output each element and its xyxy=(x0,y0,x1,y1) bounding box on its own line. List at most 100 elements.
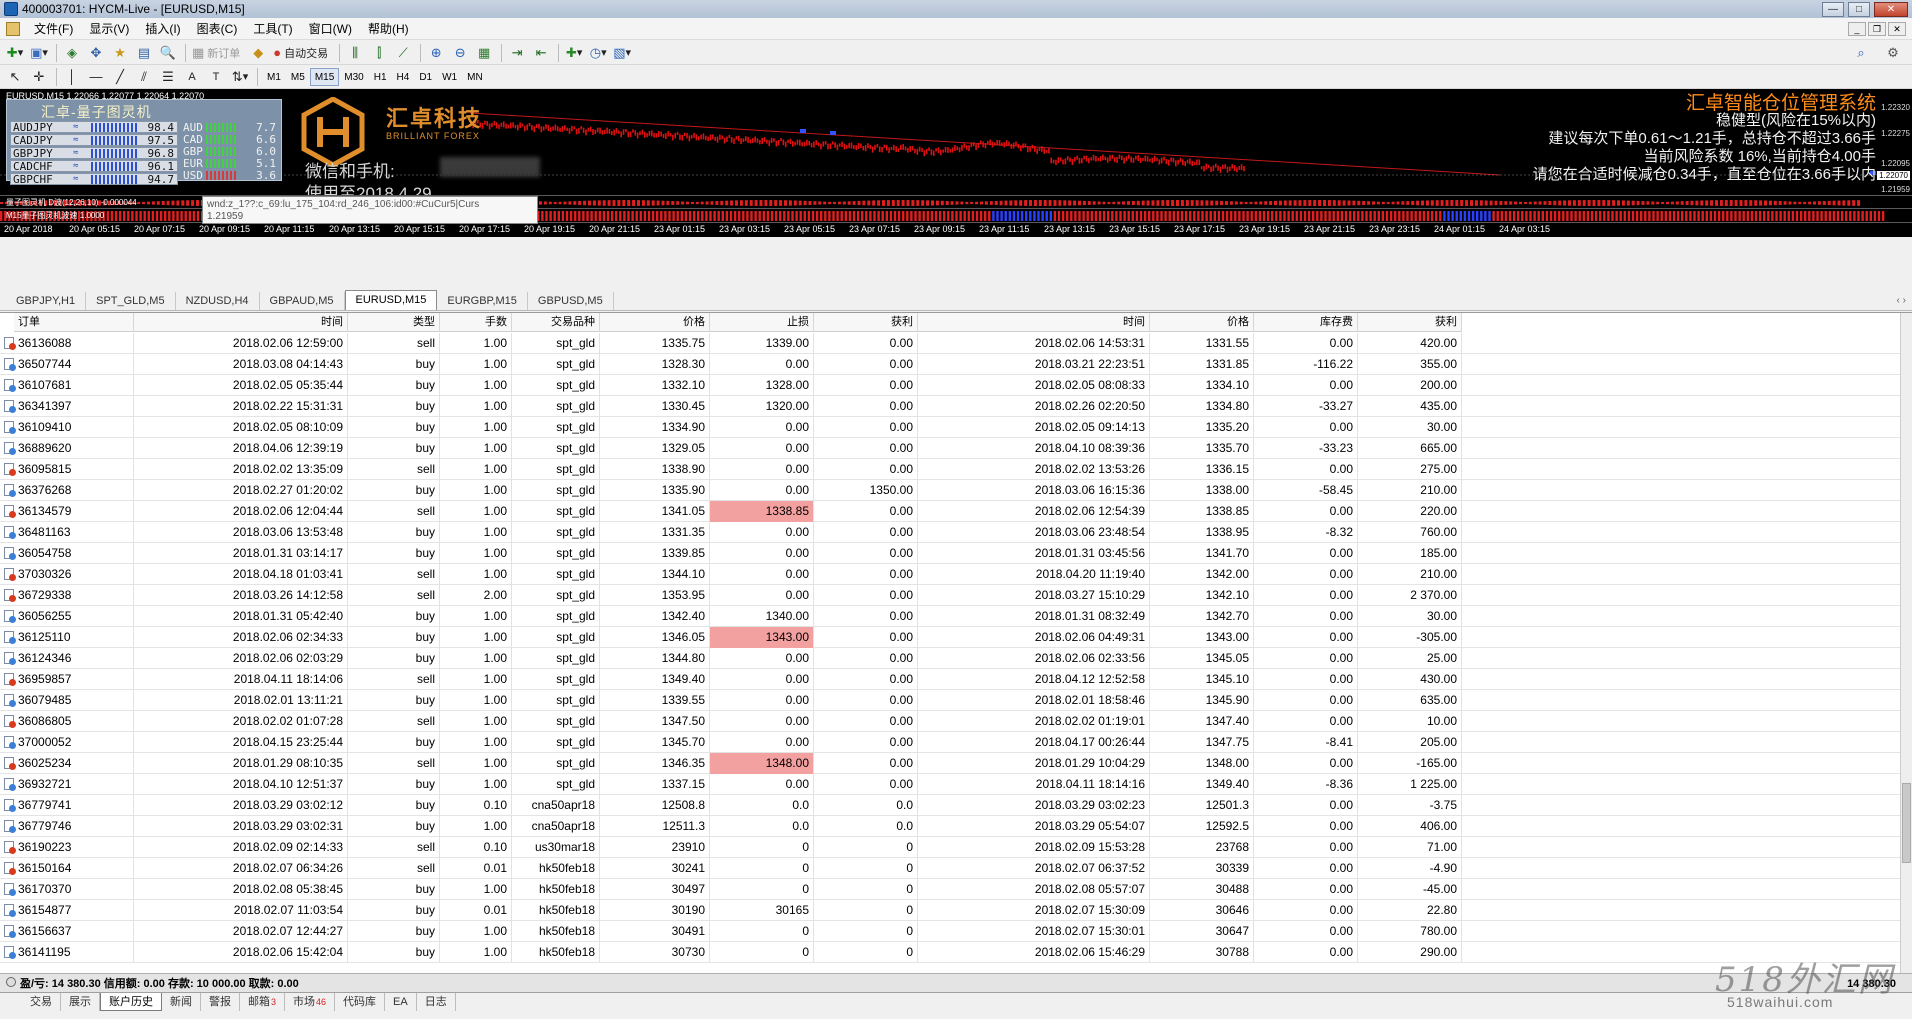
vertical-scrollbar[interactable] xyxy=(1900,313,1912,973)
market-watch-button[interactable]: ◈ xyxy=(61,43,83,63)
column-header[interactable]: 价格 xyxy=(1150,313,1254,332)
column-header[interactable]: 库存费 xyxy=(1254,313,1358,332)
timeframe-mn[interactable]: MN xyxy=(462,68,488,86)
chart-shift-button[interactable]: ⇤ xyxy=(530,43,552,63)
collapse-icon[interactable] xyxy=(6,977,16,987)
column-header[interactable]: 手数 xyxy=(440,313,512,332)
table-row[interactable]: 36054758 2018.01.31 03:14:17 buy 1.00 spt_gl… xyxy=(0,543,1900,564)
search-icon[interactable]: ⌕ xyxy=(1850,43,1872,63)
tile-windows-button[interactable]: ▦ xyxy=(473,43,495,63)
chart-tab-eurusd[interactable]: EURUSD,M15 xyxy=(344,290,438,310)
table-row[interactable]: 37000052 2018.04.15 23:25:44 buy 1.00 spt_gl… xyxy=(0,732,1900,753)
timeframe-m15[interactable]: M15 xyxy=(309,67,340,86)
menu-chart[interactable]: 图表(C) xyxy=(189,20,246,37)
table-row[interactable]: 36190223 2018.02.09 02:14:33 sell 0.10 us30m… xyxy=(0,837,1900,858)
mdi-close-button[interactable]: ✕ xyxy=(1888,21,1906,36)
table-row[interactable]: 36341397 2018.02.22 15:31:31 buy 1.00 spt_gl… xyxy=(0,396,1900,417)
strategy-tester-button[interactable]: 🔍 xyxy=(157,43,179,63)
menu-file[interactable]: 文件(F) xyxy=(26,20,81,37)
timeframe-w1[interactable]: W1 xyxy=(437,68,462,86)
chart-tab-nzdusd[interactable]: NZDUSD,H4 xyxy=(176,292,260,310)
table-row[interactable]: 36124346 2018.02.06 02:03:29 buy 1.00 spt_gl… xyxy=(0,648,1900,669)
column-header[interactable]: 时间 xyxy=(918,313,1150,332)
zoom-in-button[interactable]: ⊕ xyxy=(425,43,447,63)
column-header[interactable]: 获利 xyxy=(814,313,918,332)
indicators-button[interactable]: ✚ ▾ xyxy=(563,43,585,63)
table-row[interactable]: 36150164 2018.02.07 06:34:26 sell 0.01 hk50f… xyxy=(0,858,1900,879)
menu-view[interactable]: 显示(V) xyxy=(81,20,137,37)
text-label-tool[interactable]: T xyxy=(205,67,227,87)
new-order-button[interactable]: ▦ 新订单 xyxy=(190,43,245,63)
terminal-tab[interactable]: 账户历史 xyxy=(100,993,162,1011)
cursor-tool[interactable]: ↖ xyxy=(4,67,26,87)
table-row[interactable]: 36932721 2018.04.10 12:51:37 buy 1.00 spt_gl… xyxy=(0,774,1900,795)
terminal-tab[interactable]: 市场46 xyxy=(285,993,336,1011)
timeframe-m30[interactable]: M30 xyxy=(339,68,368,86)
profiles-button[interactable]: ▣ ▾ xyxy=(28,43,50,63)
table-row[interactable]: 36156637 2018.02.07 12:44:27 buy 1.00 hk50fe… xyxy=(0,921,1900,942)
vertical-line-tool[interactable]: │ xyxy=(61,67,83,87)
table-row[interactable]: 36056255 2018.01.31 05:42:40 buy 1.00 spt_gl… xyxy=(0,606,1900,627)
arrows-tool[interactable]: ⇅ ▾ xyxy=(229,67,251,87)
data-window-button[interactable]: ✥ xyxy=(85,43,107,63)
column-header[interactable]: 获利 xyxy=(1358,313,1462,332)
timeframe-h1[interactable]: H1 xyxy=(369,68,392,86)
column-header[interactable]: 类型 xyxy=(348,313,440,332)
trendline-tool[interactable]: ╱ xyxy=(109,67,131,87)
column-header[interactable]: 订单 xyxy=(14,313,134,332)
scrollbar-thumb[interactable] xyxy=(1902,783,1911,863)
table-row[interactable]: 36141195 2018.02.06 15:42:04 buy 1.00 hk50fe… xyxy=(0,942,1900,963)
table-row[interactable]: 36079485 2018.02.01 13:11:21 buy 1.00 spt_gl… xyxy=(0,690,1900,711)
terminal-tab[interactable]: 日志 xyxy=(417,993,456,1011)
table-row[interactable]: 36134579 2018.02.06 12:04:44 sell 1.00 spt_g… xyxy=(0,501,1900,522)
chart-tab-gbpjpy[interactable]: GBPJPY,H1 xyxy=(6,292,87,310)
terminal-tab[interactable]: 代码库 xyxy=(335,993,386,1011)
periods-button[interactable]: ◷ ▾ xyxy=(587,43,609,63)
tab-scroll-arrows[interactable]: ‹ › xyxy=(1897,292,1912,310)
timeframe-d1[interactable]: D1 xyxy=(414,68,437,86)
table-row[interactable]: 36086805 2018.02.02 01:07:28 sell 1.00 spt_g… xyxy=(0,711,1900,732)
terminal-tab[interactable]: 邮箱3 xyxy=(240,993,286,1011)
menu-window[interactable]: 窗口(W) xyxy=(301,20,360,37)
chart-tab-gbpaud[interactable]: GBPAUD,M5 xyxy=(260,292,345,310)
table-row[interactable]: 36779741 2018.03.29 03:02:12 buy 0.10 cna50a… xyxy=(0,795,1900,816)
terminal-button[interactable]: ▤ xyxy=(133,43,155,63)
fibonacci-tool[interactable]: ☰ xyxy=(157,67,179,87)
zoom-out-button[interactable]: ⊖ xyxy=(449,43,471,63)
crosshair-tool[interactable]: ✛ xyxy=(28,67,50,87)
maximize-button[interactable]: □ xyxy=(1848,1,1870,17)
menu-help[interactable]: 帮助(H) xyxy=(360,20,417,37)
metaeditor-button[interactable]: ◆ xyxy=(247,43,269,63)
column-header[interactable]: 价格 xyxy=(600,313,710,332)
bar-chart-button[interactable]: ⫼ xyxy=(344,43,366,63)
channel-tool[interactable]: ⫽ xyxy=(133,67,155,87)
menu-tools[interactable]: 工具(T) xyxy=(245,20,300,37)
settings-icon[interactable]: ⚙ xyxy=(1882,43,1904,63)
table-row[interactable]: 36025234 2018.01.29 08:10:35 sell 1.00 spt_g… xyxy=(0,753,1900,774)
table-row[interactable]: 36125110 2018.02.06 02:34:33 buy 1.00 spt_gl… xyxy=(0,627,1900,648)
price-chart[interactable]: EURUSD,M15 1.22066 1.22077 1.22064 1.220… xyxy=(0,89,1912,237)
timeframe-m1[interactable]: M1 xyxy=(262,68,286,86)
terminal-tab[interactable]: 警报 xyxy=(201,993,240,1011)
minimize-button[interactable]: — xyxy=(1822,1,1844,17)
horizontal-line-tool[interactable]: — xyxy=(85,67,107,87)
line-chart-button[interactable]: ⟋ xyxy=(392,43,414,63)
terminal-tab[interactable]: 新闻 xyxy=(162,993,201,1011)
mdi-minimize-button[interactable]: _ xyxy=(1848,21,1866,36)
timeframe-h4[interactable]: H4 xyxy=(392,68,415,86)
new-chart-button[interactable]: ✚ ▾ xyxy=(4,43,26,63)
templates-button[interactable]: ▧ ▾ xyxy=(611,43,633,63)
table-row[interactable]: 36481163 2018.03.06 13:53:48 buy 1.00 spt_gl… xyxy=(0,522,1900,543)
chart-tab-eurgbp[interactable]: EURGBP,M15 xyxy=(437,292,528,310)
table-row[interactable]: 36729338 2018.03.26 14:12:58 sell 2.00 spt_g… xyxy=(0,585,1900,606)
menu-insert[interactable]: 插入(I) xyxy=(137,20,188,37)
close-button[interactable]: ✕ xyxy=(1874,1,1908,17)
table-row[interactable]: 36109410 2018.02.05 08:10:09 buy 1.00 spt_gl… xyxy=(0,417,1900,438)
table-row[interactable]: 36889620 2018.04.06 12:39:19 buy 1.00 spt_gl… xyxy=(0,438,1900,459)
table-row[interactable]: 36136088 2018.02.06 12:59:00 sell 1.00 spt_g… xyxy=(0,333,1900,354)
text-tool[interactable]: A xyxy=(181,67,203,87)
column-header[interactable]: 交易品种 xyxy=(512,313,600,332)
chart-tab-gbpusd[interactable]: GBPUSD,M5 xyxy=(528,292,614,310)
navigator-button[interactable]: ★ xyxy=(109,43,131,63)
mdi-restore-button[interactable]: ❐ xyxy=(1868,21,1886,36)
